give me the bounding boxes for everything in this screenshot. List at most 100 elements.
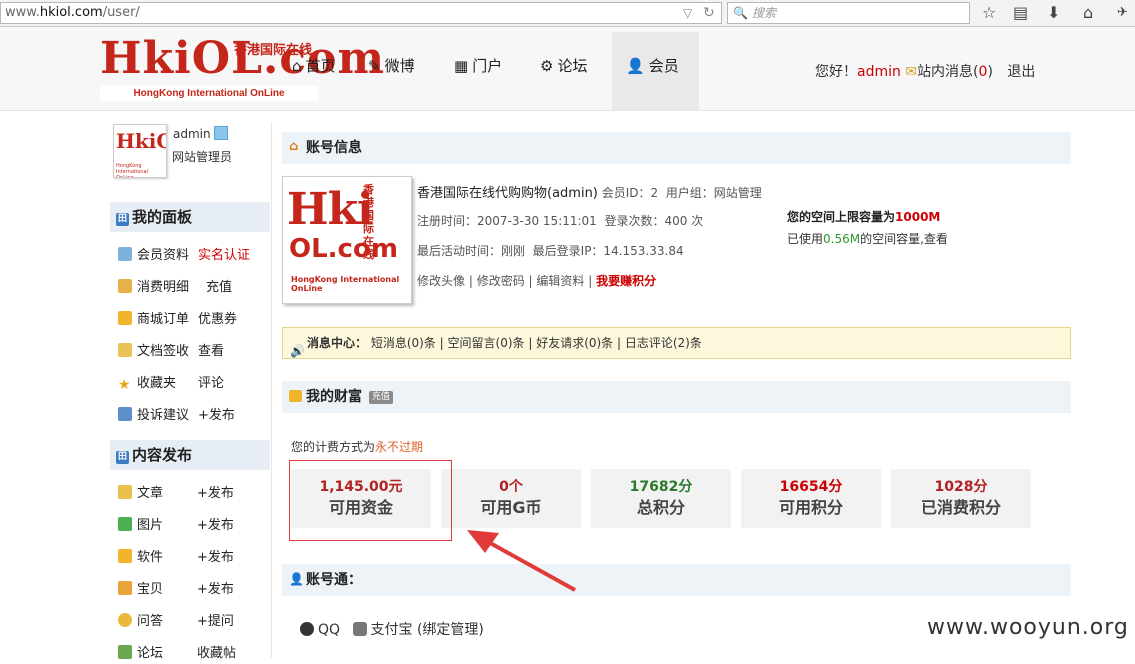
house-icon: ⌂ <box>289 139 299 154</box>
browser-toolbar: www.hkiol.com/user/ ▽ ↻ 🔍 搜索 ☆ ▤ ⬇ ⌂ ✈ <box>0 0 1135 27</box>
sidebar-item-orders[interactable]: 商城订单 优惠券 <box>118 310 237 330</box>
nav-portal[interactable]: ▦ 门户 <box>440 32 516 110</box>
sidebar-item-spending[interactable]: 消费明细 充值 <box>118 278 232 298</box>
nav-label: 门户 <box>472 57 503 75</box>
sidebar-item-image[interactable]: 图片 +发布 <box>118 516 234 536</box>
item-label: 消费明细 <box>137 280 190 295</box>
billing-prefix: 您的计费方式为 <box>291 440 376 454</box>
earn-points-link[interactable]: 我要赚积分 <box>596 274 656 288</box>
sidebar-item-article[interactable]: 文章 +发布 <box>118 484 234 504</box>
reading-list-icon[interactable]: ▤ <box>1013 3 1028 23</box>
avatar[interactable]: HkiOL HongKong International OnLine <box>113 124 167 178</box>
item-label: 商城订单 <box>137 312 190 327</box>
item-extra-link[interactable]: +发布 <box>197 516 234 536</box>
calendar-icon <box>118 407 132 421</box>
recharge-badge[interactable]: 充值 <box>368 391 393 404</box>
sidebar-item-profile[interactable]: 会员资料 实名认证 <box>118 246 250 266</box>
account-info-title: 账号信息 <box>306 140 362 156</box>
sidebar-item-qa[interactable]: 问答 +提问 <box>118 612 234 632</box>
user-icon: 👤 <box>289 572 304 586</box>
sidebar-item-documents[interactable]: 文档签收 查看 <box>118 342 224 362</box>
item-extra-link[interactable]: 实名认证 <box>198 246 250 266</box>
profile-photo[interactable]: Hki 香港国际在线 OL.com HongKong International… <box>282 176 412 304</box>
nav-member[interactable]: 👤 会员 <box>612 32 699 110</box>
passport-links: QQ 支付宝 (绑定管理) <box>300 619 484 639</box>
item-extra-link[interactable]: 查看 <box>198 342 224 362</box>
msg-comment-link[interactable]: 日志评论(2)条 <box>625 336 702 350</box>
download-icon[interactable]: ⬇ <box>1047 3 1060 23</box>
logout-link[interactable]: 退出 <box>1007 64 1035 80</box>
item-extra-link[interactable]: +发布 <box>197 484 234 504</box>
sidebar-item-software[interactable]: 软件 +发布 <box>118 548 234 568</box>
account-info-heading: ⌂ 账号信息 <box>282 132 1071 164</box>
search-box[interactable]: 🔍 搜索 <box>727 2 970 24</box>
addon-icon[interactable]: ✈ <box>1117 3 1128 23</box>
sidebar-item-feedback[interactable]: 投诉建议 +发布 <box>118 406 235 426</box>
card-value: 1028分 <box>934 479 988 495</box>
item-extra-link[interactable]: 优惠券 <box>198 310 237 330</box>
card-g-coins[interactable]: 0个 可用G币 <box>441 469 581 528</box>
item-extra-link[interactable]: 评论 <box>198 374 224 394</box>
bookmark-star-icon[interactable]: ☆ <box>982 3 996 23</box>
dropdown-arrow-icon[interactable]: ▽ <box>683 3 692 23</box>
item-extra-link[interactable]: +发布 <box>198 406 235 426</box>
register-time: 注册时间：2007-3-30 15:11:01 <box>417 214 597 228</box>
avatar-logo-icon: HkiOL <box>116 129 166 153</box>
inbox-link[interactable]: 站内消息(0) <box>917 64 993 80</box>
nav-weibo[interactable]: ✎ 微博 <box>354 32 429 110</box>
card-value: 0个 <box>499 479 523 495</box>
billing-method: 您的计费方式为永不过期 <box>291 438 423 455</box>
avatar-logo-caption: HongKong International OnLine <box>116 163 148 178</box>
item-extra-link[interactable]: +发布 <box>197 548 234 568</box>
url-domain: hkiol.com <box>39 5 103 20</box>
last-ip: 最后登录IP：14.153.33.84 <box>532 244 684 258</box>
msg-friend-link[interactable]: 好友请求(0)条 <box>536 336 613 350</box>
sidebar-username-text[interactable]: admin <box>173 127 211 141</box>
nav-forum[interactable]: ⚙ 论坛 <box>526 32 601 110</box>
software-icon <box>118 549 132 563</box>
search-placeholder: 搜索 <box>752 6 777 20</box>
wealth-title: 我的财富 <box>306 389 362 405</box>
card-spent-points[interactable]: 1028分 已消费积分 <box>891 469 1031 528</box>
billing-value: 永不过期 <box>375 440 424 454</box>
sidebar-item-treasure[interactable]: 宝贝 +发布 <box>118 580 234 600</box>
reload-icon[interactable]: ↻ <box>703 3 715 23</box>
home-icon[interactable]: ⌂ <box>1083 3 1093 23</box>
search-icon: 🔍 <box>733 6 748 20</box>
item-extra-link[interactable]: +提问 <box>197 612 234 632</box>
card-total-points[interactable]: 17682分 总积分 <box>591 469 731 528</box>
change-password-link[interactable]: 修改密码 <box>477 274 525 288</box>
cart-icon <box>118 311 132 325</box>
alipay-link[interactable]: 支付宝 (绑定管理) <box>352 622 484 638</box>
qq-link[interactable]: QQ <box>300 622 340 638</box>
item-label: 文档签收 <box>137 344 190 359</box>
msg-short-link[interactable]: 短消息(0)条 <box>371 336 436 350</box>
card-value: 16654分 <box>779 479 843 495</box>
star-icon: ★ <box>118 377 131 393</box>
card-available-points[interactable]: 16654分 可用积分 <box>741 469 881 528</box>
item-label: 宝贝 <box>137 582 164 597</box>
sidebar-item-favorites[interactable]: ★ 收藏夹 评论 <box>118 374 224 394</box>
nav-label: 微博 <box>384 57 415 75</box>
item-label: 收藏夹 <box>137 376 177 391</box>
username-link[interactable]: admin <box>857 64 901 80</box>
used-suffix[interactable]: 的空间容量,查看 <box>860 232 948 246</box>
message-center-label: 消息中心： <box>307 336 368 350</box>
nav-home[interactable]: ⌂ 首页 <box>278 32 350 110</box>
nav-label: 会员 <box>648 57 679 75</box>
sidebar-username: admin <box>173 126 228 141</box>
edit-avatar-link[interactable]: 修改头像 <box>417 274 465 288</box>
item-extra-link[interactable]: +发布 <box>197 580 234 600</box>
article-icon <box>118 485 132 499</box>
edit-profile-link[interactable]: 编辑资料 <box>536 274 584 288</box>
item-extra-link[interactable]: 收藏帖 <box>197 644 236 664</box>
item-extra-link[interactable]: 充值 <box>206 278 232 298</box>
msg-guestbook-link[interactable]: 空间留言(0)条 <box>448 336 525 350</box>
address-bar[interactable]: www.hkiol.com/user/ ▽ ↻ <box>0 2 722 24</box>
sidebar-role: 网站管理员 <box>172 150 233 164</box>
qq-penguin-icon <box>300 622 314 636</box>
wealth-heading: 我的财富 充值 <box>282 381 1071 413</box>
sidebar-item-forum[interactable]: 论坛 收藏帖 <box>118 644 236 664</box>
publish-icon: 田 <box>116 451 129 464</box>
user-group: 用户组：网站管理 <box>665 186 762 200</box>
